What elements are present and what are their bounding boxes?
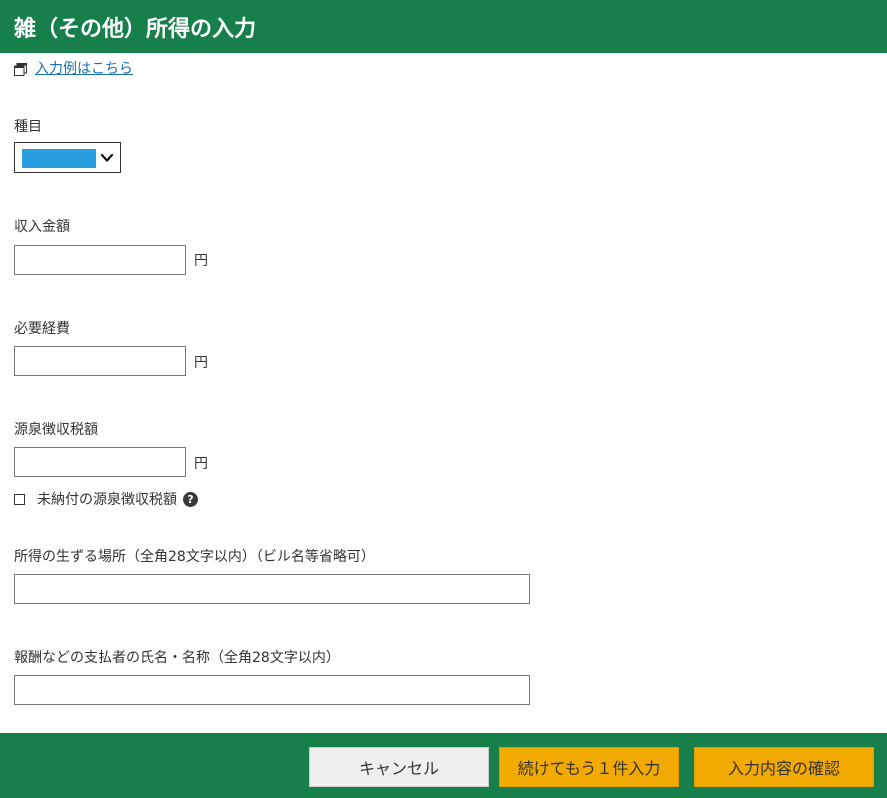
footer-bar: キャンセル 続けてもう１件入力 入力内容の確認 bbox=[0, 733, 887, 798]
unpaid-withholding-row: 未納付の源泉徴収税額 ? bbox=[14, 489, 198, 509]
necessary-expenses-label: 必要経費 bbox=[14, 321, 70, 337]
example-link[interactable]: 入力例はこちら bbox=[35, 58, 133, 78]
confirm-input-button[interactable]: 入力内容の確認 bbox=[694, 747, 874, 787]
continue-add-another-button[interactable]: 続けてもう１件入力 bbox=[499, 747, 679, 787]
payer-name-label: 報酬などの支払者の氏名・名称（全角28文字以内） bbox=[14, 650, 340, 666]
payer-name-input[interactable] bbox=[14, 675, 530, 705]
type-select[interactable] bbox=[14, 142, 121, 173]
income-amount-input[interactable] bbox=[14, 245, 186, 275]
chevron-down-icon bbox=[100, 151, 114, 165]
window-icon bbox=[14, 62, 27, 76]
unpaid-withholding-checkbox[interactable] bbox=[14, 493, 25, 505]
income-location-input[interactable] bbox=[14, 574, 530, 604]
type-label: 種目 bbox=[14, 119, 42, 135]
cancel-button[interactable]: キャンセル bbox=[309, 747, 489, 787]
type-select-selected-value bbox=[22, 149, 96, 168]
income-amount-unit: 円 bbox=[194, 253, 208, 269]
help-icon[interactable]: ? bbox=[183, 491, 198, 507]
withholding-tax-unit: 円 bbox=[194, 456, 208, 472]
page-title: 雑（その他）所得の入力 bbox=[14, 16, 257, 42]
page-header: 雑（その他）所得の入力 bbox=[0, 0, 887, 53]
income-amount-label: 収入金額 bbox=[14, 219, 70, 235]
unpaid-withholding-label: 未納付の源泉徴収税額 bbox=[37, 492, 177, 508]
necessary-expenses-unit: 円 bbox=[194, 355, 208, 371]
income-location-label: 所得の生ずる場所（全角28文字以内）（ビル名等省略可） bbox=[14, 549, 375, 565]
necessary-expenses-input[interactable] bbox=[14, 346, 186, 376]
withholding-tax-label: 源泉徴収税額 bbox=[14, 422, 98, 438]
example-link-row: 入力例はこちら bbox=[14, 58, 133, 78]
withholding-tax-input[interactable] bbox=[14, 447, 186, 477]
